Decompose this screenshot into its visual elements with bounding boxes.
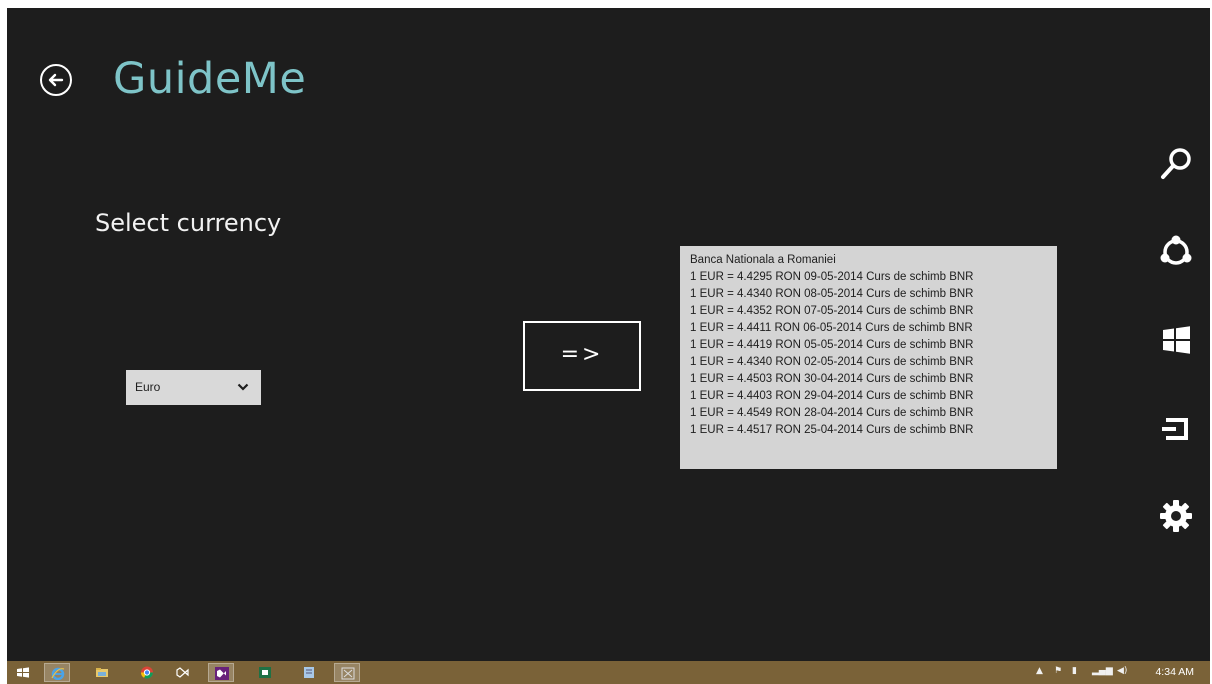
devices-charm[interactable]: [1156, 408, 1196, 448]
share-charm[interactable]: [1156, 232, 1196, 272]
taskbar: ▲ ⚑ ▮ ▂▄▆ ◀) 4:34 AM: [7, 661, 1210, 684]
volume-icon[interactable]: ◀): [1117, 666, 1127, 676]
page-title: GuideMe: [113, 54, 307, 104]
internet-explorer-icon: [51, 667, 65, 680]
settings-charm[interactable]: [1156, 496, 1196, 536]
taskbar-app[interactable]: [334, 663, 360, 682]
exchange-rate-line: 1 EUR = 4.4503 RON 30-04-2014 Curs de sc…: [690, 373, 974, 385]
taskbar-start[interactable]: [10, 663, 36, 682]
settings-gear-icon: [1160, 500, 1192, 532]
exchange-rate-line: 1 EUR = 4.4549 RON 28-04-2014 Curs de sc…: [690, 407, 974, 419]
exchange-rate-line: 1 EUR = 4.4340 RON 08-05-2014 Curs de sc…: [690, 288, 974, 300]
clock[interactable]: 4:34 AM: [1155, 666, 1194, 678]
taskbar-excel[interactable]: [252, 663, 278, 682]
power-icon[interactable]: ▮: [1072, 666, 1077, 676]
taskbar-visual-studio-2[interactable]: [208, 663, 234, 682]
network-icon[interactable]: ▂▄▆: [1092, 666, 1113, 676]
exchange-rate-line: 1 EUR = 4.4517 RON 25-04-2014 Curs de sc…: [690, 424, 974, 436]
windows-start-icon: [1163, 326, 1190, 354]
exchange-rate-line: 1 EUR = 4.4295 RON 09-05-2014 Curs de sc…: [690, 271, 974, 283]
convert-button[interactable]: =>: [523, 321, 641, 391]
search-icon: [1161, 148, 1191, 179]
exchange-rate-line: 1 EUR = 4.4411 RON 06-05-2014 Curs de sc…: [690, 322, 973, 334]
exchange-rate-line: 1 EUR = 4.4419 RON 05-05-2014 Curs de sc…: [690, 339, 974, 351]
select-currency-label: Select currency: [95, 209, 282, 237]
taskbar-visual-studio[interactable]: [170, 663, 196, 682]
excel-icon: [259, 667, 271, 678]
back-button[interactable]: [40, 64, 72, 96]
chrome-icon: [141, 666, 153, 679]
system-tray: ▲ ⚑ ▮ ▂▄▆ ◀) 4:34 AM: [1022, 661, 1202, 684]
result-header: Banca Nationala a Romaniei: [690, 254, 836, 266]
taskbar-notepad[interactable]: [296, 663, 322, 682]
taskbar-internet-explorer[interactable]: [44, 663, 70, 682]
devices-icon: [1162, 418, 1188, 440]
search-charm[interactable]: [1156, 144, 1196, 184]
start-charm[interactable]: [1156, 320, 1196, 360]
exchange-rate-results: Banca Nationala a Romaniei 1 EUR = 4.4295…: [680, 246, 1057, 469]
chevron-up-icon[interactable]: ▲: [1036, 666, 1043, 676]
chevron-down-icon: [237, 383, 249, 391]
exchange-rate-line: 1 EUR = 4.4352 RON 07-05-2014 Curs de sc…: [690, 305, 974, 317]
start-icon: [17, 667, 29, 678]
flag-icon[interactable]: ⚑: [1054, 666, 1062, 676]
close-app-icon: [341, 667, 355, 680]
share-icon: [1160, 235, 1192, 265]
visual-studio-2-icon: [215, 667, 229, 680]
currency-dropdown[interactable]: Euro: [126, 370, 261, 405]
app-window: GuideMe Select currency Euro => Banca Na…: [7, 8, 1210, 661]
taskbar-file-explorer[interactable]: [89, 663, 115, 682]
exchange-rate-line: 1 EUR = 4.4340 RON 02-05-2014 Curs de sc…: [690, 356, 974, 368]
back-arrow-icon: [48, 73, 64, 87]
file-explorer-icon: [96, 668, 108, 677]
notepad-icon: [304, 667, 314, 678]
visual-studio-icon: [176, 667, 189, 678]
taskbar-chrome[interactable]: [134, 663, 160, 682]
exchange-rate-line: 1 EUR = 4.4403 RON 29-04-2014 Curs de sc…: [690, 390, 974, 402]
currency-selected-value: Euro: [135, 380, 161, 394]
